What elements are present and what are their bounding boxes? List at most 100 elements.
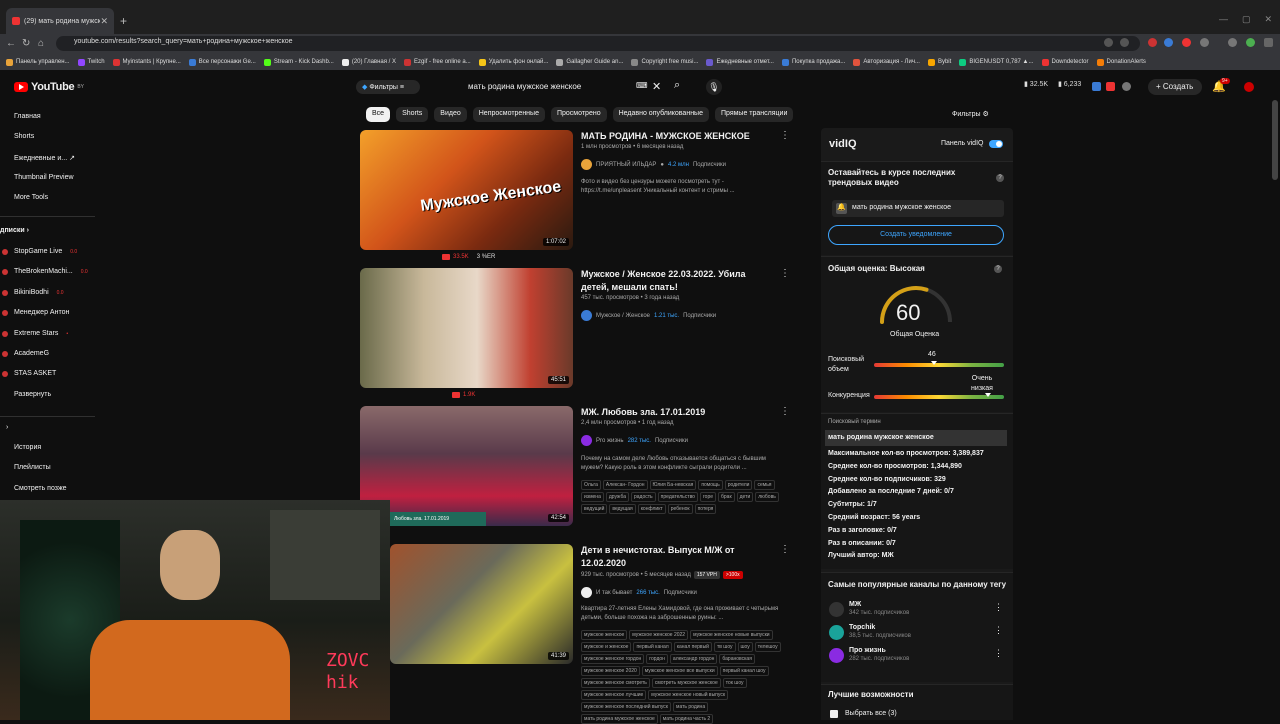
video-thumbnail[interactable]: Мужское Женское 1:07:02 — [360, 130, 573, 250]
tag[interactable]: Алексан- Гордон — [602, 480, 648, 490]
tag[interactable]: семья — [754, 480, 775, 490]
tag[interactable]: мать родина — [673, 702, 709, 712]
reload-icon[interactable]: ↻ — [22, 38, 30, 49]
you-chevron-icon[interactable]: › — [6, 424, 8, 431]
vidiq-icon[interactable] — [1092, 82, 1101, 91]
bookmark-item[interactable]: (20) Главная / X — [341, 58, 396, 66]
tag[interactable]: потеря — [694, 504, 717, 514]
sidebar-item-home[interactable]: Главная — [14, 113, 41, 120]
tag[interactable]: родители — [724, 480, 753, 490]
more-options-icon[interactable]: ⋮ — [780, 268, 790, 279]
tag[interactable]: любовь — [755, 492, 779, 502]
vidiq-panel-toggle[interactable] — [989, 140, 1003, 148]
channel-row[interactable]: Pro жизнь 282 тыс. Подписчики — [581, 435, 688, 446]
bookmark-item[interactable]: Myinstants | Крупне... — [112, 58, 181, 66]
youtube-logo[interactable]: YouTube BY — [14, 81, 84, 93]
tag[interactable]: мать родина мужское женское — [581, 714, 658, 724]
url-field[interactable]: youtube.com/results?search_query=мать+ро… — [56, 36, 1140, 51]
tag[interactable]: мужское женское смотреть — [581, 678, 650, 688]
subscription-item[interactable]: TheBrokenMachi... 0.0 — [2, 268, 88, 276]
tag[interactable]: мужское женское — [581, 630, 628, 640]
tag[interactable]: измена — [581, 492, 604, 502]
bookmark-star-icon[interactable] — [1120, 38, 1129, 47]
menu-icon[interactable] — [1264, 38, 1273, 47]
tag[interactable]: горе — [699, 492, 717, 502]
more-options-icon[interactable]: ⋮ — [994, 602, 1003, 613]
bookmark-item[interactable]: Удалить фон онлай... — [478, 58, 548, 66]
create-button[interactable]: + Создать — [1148, 79, 1202, 95]
tag[interactable]: ведущий — [581, 504, 608, 514]
tag[interactable]: мужское женское 2020 — [581, 666, 640, 676]
video-title[interactable]: МЖ. Любовь зла. 17.01.2019 — [581, 406, 761, 419]
video-thumbnail[interactable]: 41:39 — [390, 544, 573, 664]
tag[interactable]: конфликт — [637, 504, 666, 514]
more-options-icon[interactable]: ⋮ — [780, 406, 790, 417]
keyboard-icon[interactable]: ⌨ — [636, 81, 648, 90]
help-icon[interactable]: ? — [994, 265, 1002, 273]
subscription-item[interactable]: Развернуть — [14, 391, 51, 398]
sidebar-item-more-tools[interactable]: More Tools — [14, 194, 48, 201]
new-tab-icon[interactable]: + — [120, 14, 127, 28]
more-options-icon[interactable]: ⋮ — [994, 625, 1003, 636]
more-options-icon[interactable]: ⋮ — [780, 544, 790, 555]
channel-row[interactable]: Мужское / Женское 1.21 тыс. Подписчики — [581, 310, 716, 321]
extension-icon[interactable] — [1148, 38, 1157, 47]
create-notification-button[interactable]: Создать уведомление — [828, 225, 1004, 245]
chip-1[interactable]: Shorts — [396, 107, 429, 122]
sidebar-item-playlists[interactable]: Плейлисты — [14, 464, 51, 471]
bookmark-item[interactable]: Stream - Kick Dashb... — [263, 58, 334, 66]
channel-name[interactable]: МЖ — [849, 601, 861, 608]
tag[interactable]: шоу — [737, 642, 753, 652]
bookmark-item[interactable]: Ежедневные отмет... — [706, 58, 774, 66]
more-options-icon[interactable]: ⋮ — [780, 130, 790, 141]
tag[interactable]: дружба — [605, 492, 629, 502]
video-thumbnail[interactable]: Любовь зла. 17.01.2019 42:54 — [360, 406, 573, 526]
bookmark-item[interactable]: Bybit — [927, 58, 951, 66]
sidebar-item-shorts[interactable]: Shorts — [14, 133, 34, 140]
channel-name[interactable]: Topchik — [849, 624, 875, 631]
home-icon[interactable]: ⌂ — [38, 38, 44, 49]
browser-tab[interactable]: (29) мать родина мужское жен ✕ — [6, 8, 114, 34]
tag[interactable]: Юлия Ба-невская — [649, 480, 697, 490]
close-window-icon[interactable]: ✕ — [1264, 14, 1272, 25]
subscription-item[interactable]: AcademeG — [2, 350, 49, 357]
bookmark-item[interactable]: Панель управлен... — [6, 58, 70, 66]
tag[interactable]: барановская — [719, 654, 755, 664]
tag[interactable]: радость — [631, 492, 656, 502]
bookmark-item[interactable]: Downdetector — [1041, 58, 1089, 66]
tag[interactable]: дети — [736, 492, 754, 502]
subscriptions-heading[interactable]: дписки › — [0, 227, 29, 234]
select-all-checkbox[interactable] — [830, 710, 838, 718]
search-icon[interactable]: ⌕ — [674, 79, 680, 92]
tag[interactable]: помощь — [698, 480, 723, 490]
more-options-icon[interactable]: ⋮ — [994, 648, 1003, 659]
tag[interactable]: первый канал — [633, 642, 672, 652]
tag[interactable]: брак — [718, 492, 735, 502]
tag[interactable]: предательство — [657, 492, 698, 502]
subscription-item[interactable]: StopGame Live 0.0 — [2, 248, 77, 255]
video-thumbnail[interactable]: 45:51 — [360, 268, 573, 388]
clear-search-icon[interactable]: ✕ — [652, 80, 661, 93]
wand-icon[interactable] — [1122, 82, 1131, 91]
tag[interactable]: канал первый — [673, 642, 712, 652]
bookmark-item[interactable]: Авторизация - Лич... — [853, 58, 920, 66]
bookmark-item[interactable]: Все персонажи Ge... — [188, 58, 256, 66]
chip-5[interactable]: Недавно опубликованные — [612, 107, 709, 122]
tag[interactable]: смотреть мужское женское — [651, 678, 721, 688]
video-title[interactable]: Мужское / Женское 22.03.2022. Убила дете… — [581, 268, 761, 294]
subscription-item[interactable]: BikiniBodhi 0.0 — [2, 289, 64, 296]
tag[interactable]: мужское и женское — [581, 642, 632, 652]
bookmark-item[interactable]: Gallagher Guide an... — [556, 58, 623, 66]
channel-name[interactable]: Про жизнь — [849, 647, 886, 654]
tag[interactable]: первый канал шоу — [719, 666, 769, 676]
subscription-item[interactable]: Extreme Stars • — [2, 330, 68, 337]
chip-6[interactable]: Прямые трансляции — [714, 107, 794, 122]
search-input[interactable]: мать родина мужское женское — [462, 78, 662, 96]
extension-icon[interactable] — [1182, 38, 1191, 47]
tag[interactable]: мужское женское новый выпуск — [648, 690, 729, 700]
avatar-icon[interactable] — [1246, 38, 1255, 47]
tag[interactable]: ток шоу — [722, 678, 747, 688]
tag[interactable]: Ольга — [581, 480, 601, 490]
cast-icon[interactable] — [1104, 38, 1113, 47]
extension-icon[interactable] — [1106, 82, 1115, 91]
